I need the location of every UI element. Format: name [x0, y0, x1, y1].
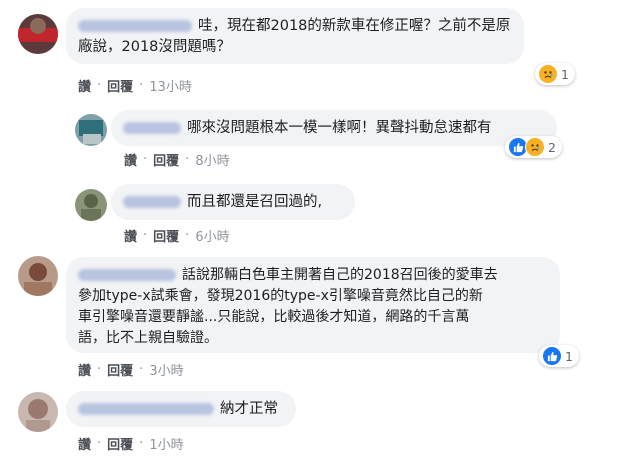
commenter-name[interactable] [123, 196, 181, 208]
timestamp[interactable]: 13小時 [149, 76, 192, 95]
comment-text: 廠說，2018沒問題嗎？ [78, 39, 231, 55]
like-button[interactable]: 讚 [124, 150, 137, 169]
reaction-summary[interactable]: 1 [539, 345, 579, 367]
comment-bubble: 哇，現在都2018的新款車在修正喔？之前不是原 廠說，2018沒問題嗎？ [66, 8, 524, 64]
comment-bubble: 哪來沒問題根本一模一樣啊！異聲抖動怠速都有 [111, 110, 557, 146]
like-icon [542, 346, 562, 366]
reply-button[interactable]: 回覆 [153, 150, 179, 169]
like-button[interactable]: 讚 [124, 226, 137, 245]
reaction-summary[interactable]: 2 [505, 136, 562, 158]
reaction-count: 2 [548, 139, 556, 155]
like-button[interactable]: 讚 [78, 76, 91, 95]
comment-bubble: 納才正常 [66, 391, 296, 427]
comment-bubble: 而且都還是召回過的, [111, 184, 355, 220]
timestamp[interactable]: 1小時 [149, 434, 183, 453]
timestamp[interactable]: 3小時 [149, 360, 183, 379]
commenter-name[interactable] [123, 122, 181, 134]
avatar[interactable] [75, 189, 107, 221]
comment-text: 納才正常 [220, 401, 278, 417]
reply-button[interactable]: 回覆 [107, 360, 133, 379]
like-button[interactable]: 讚 [78, 434, 91, 453]
commenter-name[interactable] [78, 269, 176, 281]
comment-actions: 讚 · 回覆 · 1小時 [78, 434, 184, 453]
avatar[interactable] [18, 392, 58, 432]
reply-button[interactable]: 回覆 [107, 76, 133, 95]
reaction-count: 1 [565, 348, 573, 364]
comment-text: 哪來沒問題根本一模一樣啊！異聲抖動怠速都有 [187, 120, 492, 136]
comment-actions: 讚 · 回覆 · 6小時 [124, 226, 230, 245]
commenter-name[interactable] [78, 403, 214, 415]
comment-actions: 讚 · 回覆 · 3小時 [78, 360, 184, 379]
sad-icon [538, 64, 558, 84]
sad-icon [525, 137, 545, 157]
reaction-summary[interactable]: 1 [535, 63, 575, 85]
comment-text: 車引擎噪音還要靜謐...只能說，比較過後才知道，網路的千言萬 [78, 309, 470, 325]
comment-text: 話說那輛白色車主開著自己的2018召回後的愛車去 [182, 267, 498, 283]
comment-bubble: 話說那輛白色車主開著自己的2018召回後的愛車去 參加type-x試乘會，發現2… [66, 257, 560, 353]
timestamp[interactable]: 6小時 [195, 226, 229, 245]
like-button[interactable]: 讚 [78, 360, 91, 379]
avatar[interactable] [75, 114, 107, 146]
reply-button[interactable]: 回覆 [107, 434, 133, 453]
avatar[interactable] [18, 14, 58, 54]
reply-button[interactable]: 回覆 [153, 226, 179, 245]
comment-actions: 讚 · 回覆 · 13小時 [78, 76, 192, 95]
comment-text: 參加type-x試乘會，發現2016的type-x引擎噪音竟然比自己的新 [78, 288, 483, 304]
avatar[interactable] [18, 256, 58, 296]
comment-text: 哇，現在都2018的新款車在修正喔？之前不是原 [198, 18, 511, 34]
comment-text: 而且都還是召回過的, [187, 194, 323, 210]
commenter-name[interactable] [78, 20, 192, 32]
reaction-count: 1 [561, 66, 569, 82]
timestamp[interactable]: 8小時 [195, 150, 229, 169]
comment-text: 語，比不上親自驗證。 [78, 330, 218, 346]
comment-actions: 讚 · 回覆 · 8小時 [124, 150, 230, 169]
